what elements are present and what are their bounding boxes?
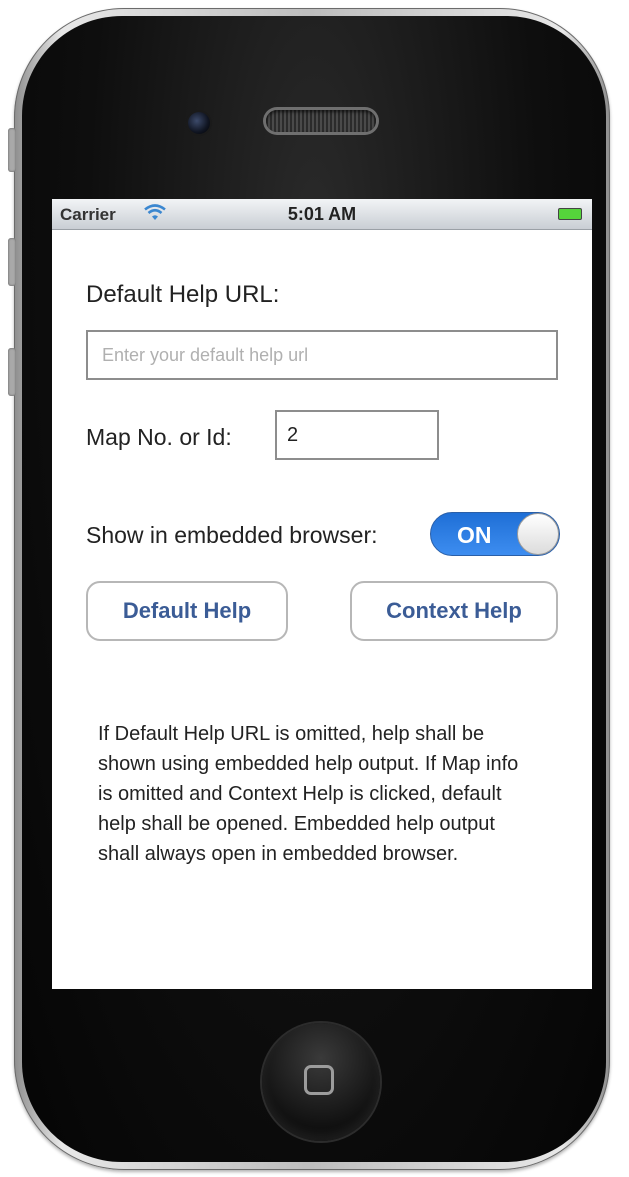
screen: Carrier 5:01 AM Default Help URL: Map No… [52, 199, 592, 989]
home-button[interactable] [262, 1023, 380, 1141]
context-help-button[interactable]: Context Help [350, 581, 558, 641]
map-id-input[interactable] [275, 410, 439, 460]
mute-switch [8, 128, 16, 172]
battery-icon [558, 208, 582, 220]
earpiece-speaker [266, 110, 376, 132]
front-camera [188, 112, 210, 134]
volume-up-button [8, 238, 16, 286]
default-help-url-input[interactable] [86, 330, 558, 380]
default-help-button[interactable]: Default Help [86, 581, 288, 641]
map-id-label: Map No. or Id: [86, 424, 232, 450]
help-note: If Default Help URL is omitted, help sha… [98, 723, 519, 865]
embedded-browser-label: Show in embedded browser: [86, 522, 378, 548]
toggle-on-label: ON [457, 522, 492, 548]
embedded-browser-toggle[interactable]: ON [430, 512, 560, 556]
home-square-icon [304, 1065, 334, 1095]
toggle-knob [517, 513, 559, 555]
status-time: 5:01 AM [287, 204, 357, 224]
volume-down-button [8, 348, 16, 396]
status-bar: Carrier 5:01 AM [52, 199, 592, 230]
default-help-url-label: Default Help URL: [86, 281, 280, 308]
